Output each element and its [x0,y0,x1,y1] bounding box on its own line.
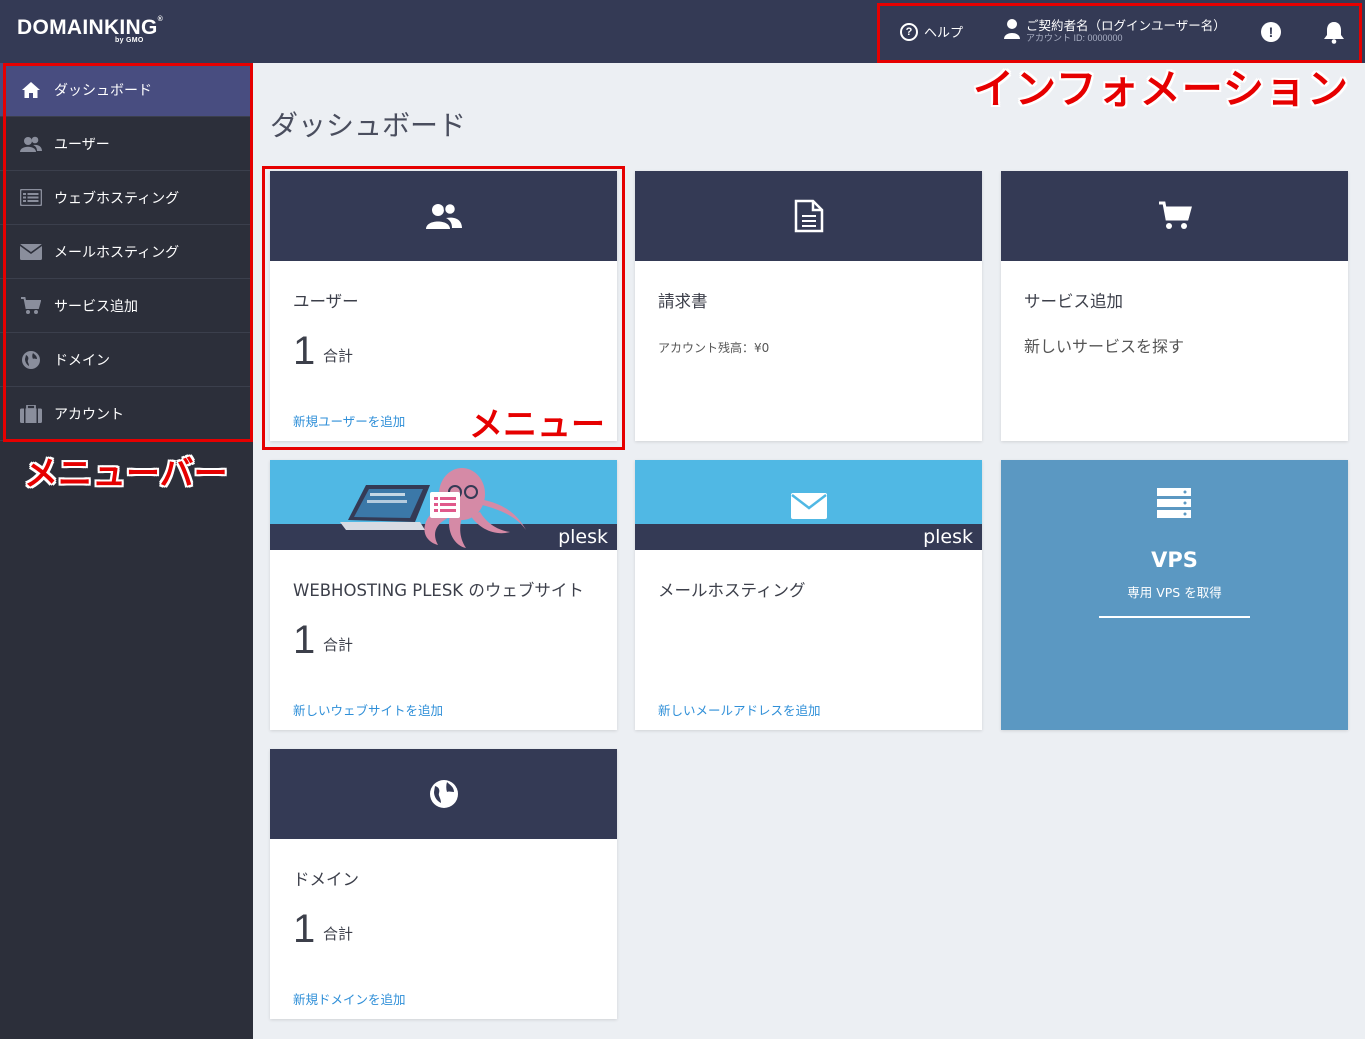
card-title: サービス追加 [1024,292,1123,311]
information-annotation-label: インフォメーション [973,65,1349,113]
card-count-unit: 合計 [323,636,354,654]
card-domain[interactable]: ドメイン 1 合計 新規ドメインを追加 [270,749,617,1019]
page-title: ダッシュボード [270,109,467,142]
account-balance: アカウント残高：¥0 [658,341,770,355]
card-header [635,171,982,261]
menubar-annotation-label: メニューバー [24,454,228,494]
vps-underline [1099,616,1250,618]
add-email-link[interactable]: 新しいメールアドレスを追加 [658,700,821,719]
card-description: 新しいサービスを探す [1024,337,1185,356]
card-header [1001,171,1348,261]
plesk-logo: plesk [923,526,973,548]
card-invoice[interactable]: 請求書 アカウント残高：¥0 [635,171,982,441]
card-header-plesk: plesk [270,460,617,550]
card-title: WEBHOSTING PLESK のウェブサイト [293,581,584,600]
card-vps[interactable]: VPS 専用 VPS を取得 [1001,460,1348,730]
vps-title: VPS [1151,548,1198,572]
menubar-annotation-box [3,63,253,442]
card-count-unit: 合計 [323,925,354,943]
card-title: メールホスティング [658,581,806,600]
card-header-plesk: plesk [635,460,982,550]
cart-icon [1158,201,1192,229]
card-count: 1 [293,618,316,662]
card-count: 1 [293,907,316,951]
document-icon [794,199,823,233]
card-mailhosting[interactable]: plesk メールホスティング 新しいメールアドレスを追加 [635,460,982,730]
server-icon [1157,488,1191,518]
envelope-icon [791,493,827,519]
card-title: ドメイン [293,870,359,889]
logo-registered-mark: ® [157,16,164,23]
card-header [270,749,617,839]
card-title: 請求書 [658,292,708,311]
logo[interactable]: DOMAINKING® by GMO [17,16,164,44]
card-webhosting[interactable]: plesk WEBHOSTING PLESK のウェブサイト 1 合計 新しいウ… [270,460,617,730]
plesk-logo: plesk [558,526,608,548]
menu-annotation-label: メニュー [469,405,605,445]
logo-text: DOMAINKING [17,16,158,39]
information-annotation-box [877,3,1362,63]
logo-sub: by GMO [115,37,144,44]
globe-icon [429,780,458,808]
card-add-service[interactable]: サービス追加 新しいサービスを探す [1001,171,1348,441]
add-website-link[interactable]: 新しいウェブサイトを追加 [293,700,443,719]
add-domain-link[interactable]: 新規ドメインを追加 [293,989,406,1008]
vps-subtitle[interactable]: 専用 VPS を取得 [1001,582,1348,601]
